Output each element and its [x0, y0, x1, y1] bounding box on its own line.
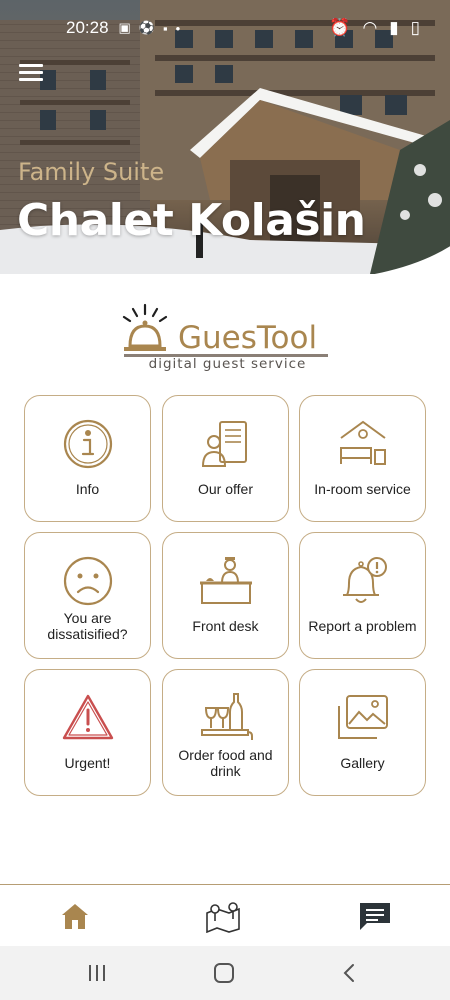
gallery-icon — [337, 695, 388, 739]
tile-dissatisfied[interactable]: You are dissatisified? — [24, 532, 151, 659]
tile-order-food-drink[interactable]: Order food and drink — [162, 669, 289, 796]
tile-gallery[interactable]: Gallery — [299, 669, 426, 796]
info-icon — [63, 419, 112, 469]
sad-face-icon — [63, 556, 112, 606]
tile-in-room-service[interactable]: In-room service — [299, 395, 426, 522]
map-icon[interactable] — [205, 899, 241, 933]
tile-label: In-room service — [314, 481, 411, 497]
hero-subtitle: Family Suite — [18, 158, 165, 186]
alarm-icon: ⏰ — [329, 18, 351, 37]
back-icon[interactable] — [338, 962, 362, 984]
tile-label: Info — [75, 481, 100, 497]
hero-title: Chalet Kolašin — [17, 195, 366, 246]
offer-icon — [201, 421, 247, 467]
room-service-icon — [339, 420, 386, 465]
facebook-notification-icon: ▪ — [163, 20, 168, 36]
tile-label: Report a problem — [308, 618, 417, 634]
bell-alert-icon — [342, 557, 387, 603]
home-button-icon[interactable] — [212, 962, 236, 984]
tile-front-desk[interactable]: Front desk — [162, 532, 289, 659]
chat-icon[interactable] — [357, 899, 393, 933]
image-notification-icon: ▣ — [118, 20, 131, 35]
hero-banner: 20:28 ▣ ⚽ ▪ • ⏰ ◠ ▮ ▯ Family Suite Chale… — [0, 0, 450, 274]
status-bar: 20:28 ▣ ⚽ ▪ • ⏰ ◠ ▮ ▯ — [0, 0, 450, 56]
wifi-icon: ◠ — [362, 18, 378, 37]
status-time: 20:28 — [66, 18, 109, 37]
tile-label: Order food and drink — [178, 747, 273, 779]
guestool-logo: GuesTool digital guest service — [120, 302, 335, 372]
home-icon[interactable] — [57, 899, 93, 933]
food-drink-icon — [200, 693, 253, 740]
tile-label: Urgent! — [64, 755, 111, 771]
tile-label: Our offer — [198, 481, 253, 497]
tile-report-problem[interactable]: Report a problem — [299, 532, 426, 659]
tile-info[interactable]: Info — [24, 395, 151, 522]
warning-icon — [62, 694, 113, 740]
logo-tagline: digital guest service — [148, 356, 307, 372]
tile-our-offer[interactable]: Our offer — [162, 395, 289, 522]
system-navigation-bar — [0, 946, 450, 1000]
tile-label: Front desk — [192, 618, 259, 634]
hamburger-menu-icon[interactable] — [19, 64, 43, 84]
ball-notification-icon: ⚽ — [138, 20, 156, 35]
tile-urgent[interactable]: Urgent! — [24, 669, 151, 796]
recent-apps-icon[interactable] — [85, 962, 109, 984]
tile-label: You are dissatisified? — [47, 610, 128, 642]
tile-label: Gallery — [340, 755, 385, 771]
front-desk-icon — [199, 557, 252, 604]
dot-icon: • — [175, 20, 181, 36]
battery-icon: ▯ — [410, 18, 420, 37]
service-bell-icon — [122, 303, 168, 351]
signal-icon: ▮ — [389, 18, 399, 37]
bottom-navigation — [0, 884, 450, 946]
logo-wordmark: GuesTool — [178, 320, 318, 356]
